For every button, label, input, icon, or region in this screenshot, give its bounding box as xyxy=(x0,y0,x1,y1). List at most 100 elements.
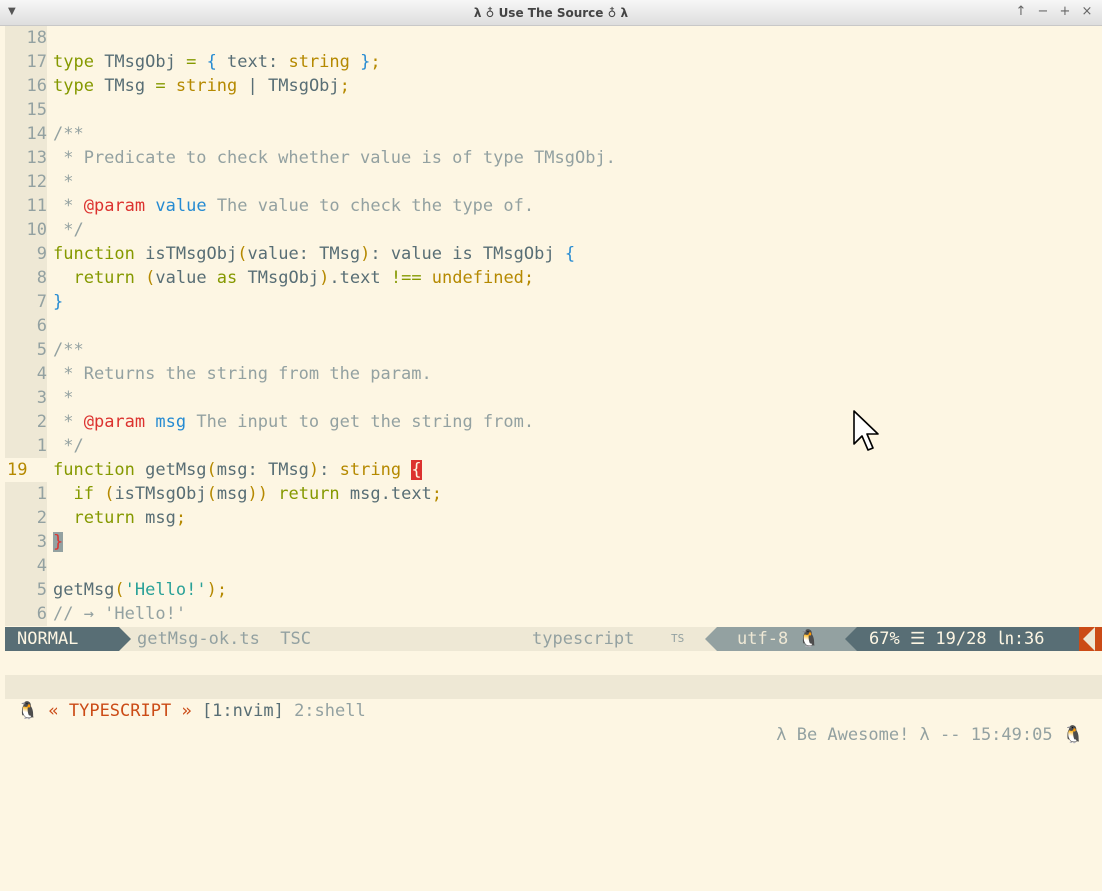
code-token: TMsg xyxy=(104,76,156,96)
code-text: * xyxy=(53,170,73,194)
code-line[interactable]: 6 // → 'Hello!' xyxy=(0,602,1102,626)
line-number: 1 xyxy=(5,482,47,506)
line-number: 10 xyxy=(5,218,47,242)
line-number-text: 4 xyxy=(36,364,47,384)
code-line[interactable]: 13 * Predicate to check whether value is… xyxy=(0,146,1102,170)
code-token: ) xyxy=(308,460,320,480)
code-token: value: TMsg xyxy=(247,244,361,264)
code-token: msg xyxy=(155,412,187,432)
line-number: 16 xyxy=(5,74,47,98)
code-token: */ xyxy=(53,220,84,240)
tmux-window-shell[interactable]: 2:shell xyxy=(284,701,366,721)
line-number-text: 9 xyxy=(36,244,47,264)
line-number: 6 xyxy=(5,314,47,338)
line-number: 2 xyxy=(5,410,47,434)
code-token: string xyxy=(175,76,248,96)
code-line[interactable]: 14 /** xyxy=(0,122,1102,146)
line-number: 13 xyxy=(5,146,47,170)
code-text: function getMsg(msg: TMsg): string { xyxy=(53,458,422,482)
code-token: TMsgObj xyxy=(268,76,340,96)
code-line[interactable]: 10 */ xyxy=(0,218,1102,242)
line-number: 4 xyxy=(5,554,47,578)
code-line[interactable]: 9 function isTMsgObj(value: TMsg): value … xyxy=(0,242,1102,266)
code-line[interactable]: 3 * xyxy=(0,386,1102,410)
code-token: { xyxy=(564,244,576,264)
code-text: * @param value The value to check the ty… xyxy=(53,194,534,218)
code-token: )) xyxy=(247,484,279,504)
code-token: } xyxy=(53,292,64,312)
code-text: * xyxy=(53,386,73,410)
code-editor[interactable]: 18 17 type TMsgObj = { text: string }; 16 ty… xyxy=(0,26,1102,626)
code-text: * Predicate to check whether value is of… xyxy=(53,146,616,170)
line-number: 3 xyxy=(5,530,47,554)
line-number: 8 xyxy=(5,266,47,290)
code-token: if xyxy=(53,484,105,504)
code-token: ( xyxy=(104,484,115,504)
code-token: | xyxy=(247,76,268,96)
window-titlebar: ▼ λ ♁ Use The Source ♁ λ ↑ − + × xyxy=(0,0,1102,26)
code-text: } xyxy=(53,530,64,554)
code-token: msg xyxy=(216,484,248,504)
window-raise-icon[interactable]: ↑ xyxy=(1014,4,1028,19)
code-line[interactable]: 7} xyxy=(0,290,1102,314)
window-maximize-icon[interactable]: + xyxy=(1058,4,1072,19)
code-text: function isTMsgObj(value: TMsg): value i… xyxy=(53,242,575,266)
typescript-icon: TS xyxy=(671,632,685,645)
code-line[interactable]: 4 xyxy=(0,554,1102,578)
tmux-left: 🐧 « TYPESCRIPT » [1:nvim] 2:shell xyxy=(17,699,366,723)
window-close-icon[interactable]: × xyxy=(1080,4,1094,19)
code-text: /** xyxy=(53,122,84,146)
code-line[interactable]: 1 if (isTMsgObj(msg)) return msg.text; xyxy=(0,482,1102,506)
code-line[interactable]: 15 xyxy=(0,98,1102,122)
window-minimize-icon[interactable]: − xyxy=(1036,4,1050,19)
code-token: * xyxy=(53,388,74,408)
code-token: The value to check the type of. xyxy=(206,196,535,216)
code-line[interactable]: 2 return msg; xyxy=(0,506,1102,530)
code-line[interactable]: 5 /** xyxy=(0,338,1102,362)
code-line[interactable]: 2 * @param msg The input to get the stri… xyxy=(0,410,1102,434)
line-number-text: 8 xyxy=(36,268,47,288)
code-token: ( xyxy=(206,460,217,480)
line-number: 5 xyxy=(5,338,47,362)
code-line[interactable]: 3} xyxy=(0,530,1102,554)
code-token: 'Hello!' xyxy=(124,580,207,600)
code-line[interactable]: 4 * Returns the string from the param. xyxy=(0,362,1102,386)
position-separator xyxy=(845,627,857,651)
code-line[interactable]: 17 type TMsgObj = { text: string }; xyxy=(0,50,1102,74)
code-line[interactable]: 6 xyxy=(0,314,1102,338)
code-text: * Returns the string from the param. xyxy=(53,362,431,386)
code-token: @param xyxy=(83,412,146,432)
code-text: getMsg('Hello!'); xyxy=(53,578,227,602)
line-number: 6 xyxy=(5,602,47,626)
code-token: * Predicate to check whether value is of… xyxy=(53,148,616,168)
encoding-label: utf-8 🐧 xyxy=(717,627,857,651)
tmux-session: 🐧 « TYPESCRIPT » xyxy=(17,701,202,721)
code-line[interactable]: 5 getMsg('Hello!'); xyxy=(0,578,1102,602)
code-line[interactable]: 8 return (value as TMsgObj).text !== und… xyxy=(0,266,1102,290)
code-token: return xyxy=(278,484,350,504)
code-token: getMsg xyxy=(53,580,115,600)
code-token: } xyxy=(53,532,64,552)
code-line[interactable]: 18 xyxy=(0,26,1102,50)
code-token: function xyxy=(53,460,146,480)
code-token: The input to get the string from. xyxy=(186,412,535,432)
code-token: ; xyxy=(370,52,381,72)
line-number: 2 xyxy=(5,506,47,530)
line-number: 19 xyxy=(5,458,47,482)
code-token: function xyxy=(53,244,146,264)
code-line[interactable]: 11 * @param value The value to check the… xyxy=(0,194,1102,218)
code-line[interactable]: 1 */ xyxy=(0,434,1102,458)
current-code-line[interactable]: 19 function getMsg(msg: TMsg): string { xyxy=(0,458,1102,482)
code-text: return (value as TMsgObj).text !== undef… xyxy=(53,266,534,290)
tmux-statusbar: 🐧 « TYPESCRIPT » [1:nvim] 2:shell λ Be A… xyxy=(5,675,1102,745)
code-line[interactable]: 12 * xyxy=(0,170,1102,194)
code-token: /** xyxy=(53,340,84,360)
code-token: undefined xyxy=(431,268,524,288)
code-token: */ xyxy=(53,436,84,456)
line-number: 1 xyxy=(5,434,47,458)
mode-separator xyxy=(119,627,131,651)
code-text: type TMsgObj = { text: string }; xyxy=(53,50,381,74)
tmux-window-nvim[interactable]: [1:nvim] xyxy=(202,701,284,721)
code-line[interactable]: 16 type TMsg = string | TMsgObj; xyxy=(0,74,1102,98)
